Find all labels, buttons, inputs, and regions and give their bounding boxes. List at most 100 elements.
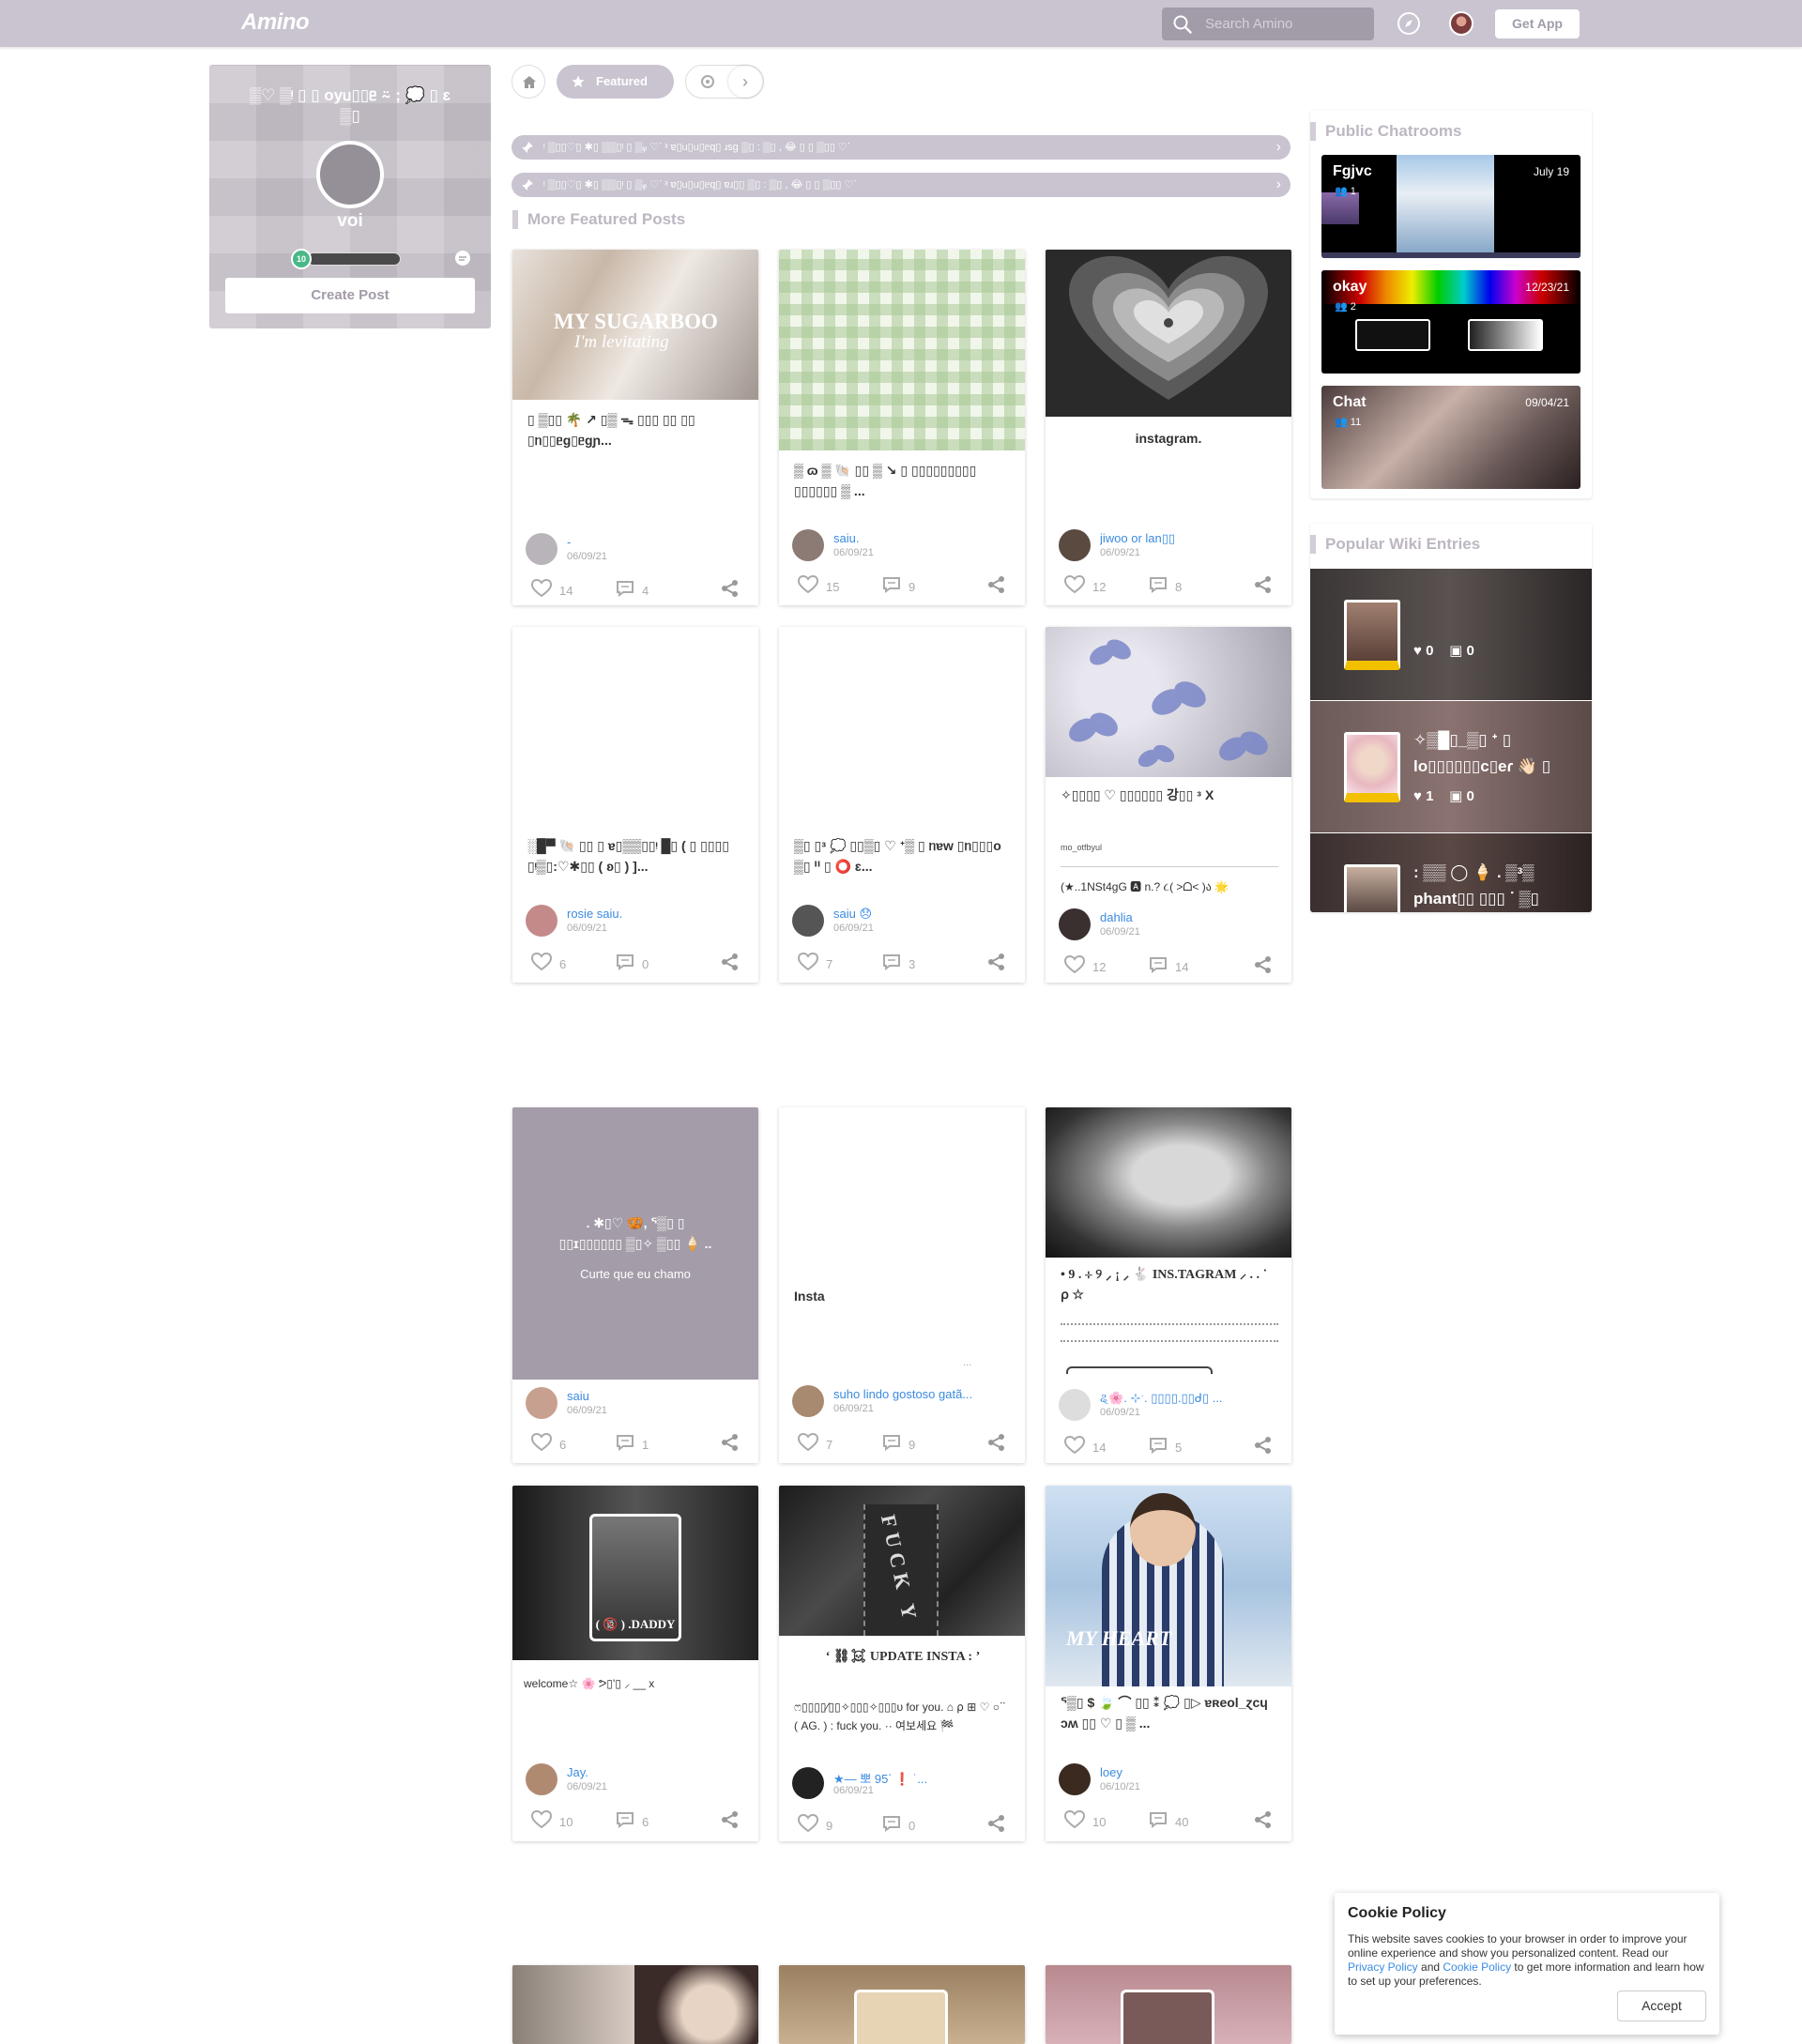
heart-icon[interactable] — [798, 1814, 818, 1833]
comment-icon[interactable] — [882, 1434, 901, 1451]
wiki-entry[interactable]: ✧▒█▯_▒▯ ᐩ ▯ lo▯▯▯▯▯▯c▯eɾ 👋🏻 ▯ ♥ 1 ▣ 0 — [1310, 701, 1592, 832]
pinned-post[interactable]: ᵎ ▒▯▯♡▯ ✱▯ ▒▒▯ᵎ ▯ ▒ᵩ ♡ᐝ ᵌ ɐ▯ᥙ▯ᥙ▯ᥱq▯ ɹsɡ … — [512, 135, 1290, 160]
tabs-next-button[interactable]: › — [728, 66, 762, 98]
author-name[interactable]: saiu. — [833, 531, 859, 545]
heart-icon[interactable] — [531, 1433, 552, 1452]
create-post-button[interactable]: Create Post — [225, 278, 475, 313]
share-icon[interactable] — [721, 1810, 740, 1829]
pinned-post[interactable]: ᵎ ▒▯▯♡▯ ✱▯ ▒▒▯ᵎ ▯ ▒ᵩ ♡ᐝ ᵌ ɐ▯ᥙ▯ᥙ▯ᥱq▯ ɐɹ▯▯… — [512, 173, 1290, 197]
comment-icon[interactable] — [882, 953, 901, 970]
post-card[interactable]: ( 🔞 ) .DADDY welcome☆ 🌸 ᕗ▯'▯ ⸝ __ x Jay.… — [512, 1486, 758, 1841]
chatroom-card[interactable]: Chat 09/04/21 👥 11 — [1321, 386, 1581, 489]
post-card[interactable] — [779, 1965, 1025, 2044]
post-author[interactable]: ★— 뽀 95ᐝ ❗ ˙... 06/09/21 — [792, 1767, 1017, 1801]
comment-icon[interactable] — [616, 953, 634, 970]
accept-button[interactable]: Accept — [1617, 1991, 1706, 2021]
avatar[interactable] — [1059, 1389, 1091, 1421]
wiki-entry[interactable]: : ▒▒ ◯ 🍦 . ▒ᵌ▒ phant▯▯ ▯▯▯ ᐝ ▒▯ — [1310, 833, 1592, 912]
heart-icon[interactable] — [1064, 1436, 1085, 1455]
author-name[interactable]: - — [567, 535, 571, 549]
share-icon[interactable] — [721, 579, 740, 598]
post-card[interactable]: FUCK Y ʻ ⛓☠ UPDATE INSTA : ʼ ෆ▯▯▯▯⁄▯▯✧▯▯… — [779, 1486, 1025, 1841]
author-name[interactable]: saiu 😞 — [833, 907, 872, 922]
comment-icon[interactable] — [882, 1815, 901, 1832]
chat-bubble-icon[interactable] — [453, 249, 472, 267]
post-author[interactable]: saiu 😞 06/09/21 — [792, 905, 1017, 938]
comment-icon[interactable] — [882, 576, 901, 593]
user-avatar[interactable] — [1449, 11, 1474, 36]
post-author[interactable]: saiu 06/09/21 — [526, 1387, 751, 1421]
heart-icon[interactable] — [798, 575, 818, 594]
post-card[interactable]: • 9 . ⊹ ୨ ⸝ ¡ ⸝ 🐇 INS.TAGRAM ⸝ . . ˙ ⍴ ☆… — [1046, 1107, 1291, 1463]
comment-icon[interactable] — [616, 1434, 634, 1451]
share-icon[interactable] — [1254, 575, 1273, 594]
comment-icon[interactable] — [1149, 956, 1168, 973]
avatar[interactable] — [792, 1385, 824, 1417]
wiki-entry[interactable]: ♥ 0 ▣ 0 — [1310, 569, 1592, 700]
share-icon[interactable] — [1254, 1810, 1273, 1829]
profile-avatar[interactable] — [316, 141, 384, 208]
comment-icon[interactable] — [616, 580, 634, 597]
post-card[interactable]: Insta ... suho lindo gostoso gatã... 06/… — [779, 1107, 1025, 1463]
author-name[interactable]: jiwoo or lan▯▯ — [1100, 531, 1175, 546]
amino-logo[interactable]: Amino — [241, 9, 310, 36]
avatar[interactable] — [526, 1387, 557, 1419]
search-input[interactable] — [1205, 13, 1365, 35]
author-name[interactable]: suho lindo gostoso gatã... — [833, 1387, 972, 1401]
chatroom-card[interactable]: okay 12/23/21 👥 2 — [1321, 270, 1581, 374]
post-card[interactable]: ▒ ɷ ▒ 🐚 ▯▯ ▒ ↘ ▯ ▯▯▯▯▯▯▯▯▯ ▯▯▯▯▯▯ ▒ ... … — [779, 250, 1025, 605]
tab-home[interactable] — [512, 65, 545, 99]
avatar[interactable] — [1059, 908, 1091, 940]
avatar[interactable] — [1059, 529, 1091, 561]
heart-icon[interactable] — [531, 953, 552, 971]
privacy-policy-link[interactable]: Privacy Policy — [1348, 1960, 1418, 1974]
comment-icon[interactable] — [1149, 1811, 1168, 1828]
avatar[interactable] — [526, 1763, 557, 1795]
comment-icon[interactable] — [1149, 576, 1168, 593]
heart-icon[interactable] — [1064, 955, 1085, 974]
avatar[interactable] — [1059, 1763, 1091, 1795]
share-icon[interactable] — [987, 1433, 1006, 1452]
post-card[interactable]: MY HEART ᕐ▒▯ $ 🍃 ⌒ ▯▯ ⁑ 💭 ▯▷ ɐʀeol_ɀcɥ ɔ… — [1046, 1486, 1291, 1841]
comment-icon[interactable] — [1149, 1437, 1168, 1454]
tab-featured[interactable]: Featured — [557, 65, 674, 99]
search-box[interactable] — [1162, 8, 1374, 40]
compass-icon[interactable] — [1397, 11, 1421, 36]
heart-icon[interactable] — [531, 579, 552, 598]
post-author[interactable]: jiwoo or lan▯▯ 06/09/21 — [1059, 529, 1284, 563]
heart-icon[interactable] — [1064, 1810, 1085, 1829]
avatar[interactable] — [526, 533, 557, 565]
heart-icon[interactable] — [531, 1810, 552, 1829]
post-card[interactable]: MY SUGARBOO I'm levitating ▯ ▒▯▯ 🌴 ↗ ▯▒ … — [512, 250, 758, 605]
profile-username[interactable]: voi — [209, 211, 491, 232]
post-author[interactable]: ୡ🌸. ⊹ˑ. ▯▯▯▯.▯▯ᑯ▯ ... 06/09/21 — [1059, 1389, 1284, 1423]
heart-icon[interactable] — [1064, 575, 1085, 594]
post-author[interactable]: Jay. 06/09/21 — [526, 1763, 751, 1797]
comment-icon[interactable] — [616, 1811, 634, 1828]
heart-icon[interactable] — [798, 953, 818, 971]
author-name[interactable]: Jay. — [567, 1765, 588, 1779]
author-name[interactable]: saiu — [567, 1389, 589, 1403]
share-icon[interactable] — [987, 575, 1006, 594]
share-icon[interactable] — [987, 953, 1006, 971]
post-author[interactable]: saiu. 06/09/21 — [792, 529, 1017, 563]
share-icon[interactable] — [1254, 1436, 1273, 1455]
share-icon[interactable] — [1254, 955, 1273, 974]
avatar[interactable] — [792, 529, 824, 561]
avatar[interactable] — [792, 1767, 824, 1799]
post-card[interactable]: ✧▯▯▯▯ ♡ ▯▯▯▯▯▯ 강▯▯ ᵌ X mo_otfbyul (★..1N… — [1046, 627, 1291, 983]
post-card[interactable]: ▒▯ ▯ᵌ 💭 ▯▯▒▯ ♡ ᐩ▒ ▯ ᥒɐw ▯ᥒ▯▯▯o ▒▯ ᐦ ▯ ⭕ … — [779, 627, 1025, 983]
author-name[interactable]: loey — [1100, 1765, 1122, 1779]
post-author[interactable]: - 06/09/21 — [526, 533, 751, 567]
post-author[interactable]: rosie saiu. 06/09/21 — [526, 905, 751, 938]
post-card[interactable] — [512, 1965, 758, 2044]
post-author[interactable]: dahlia 06/09/21 — [1059, 908, 1284, 942]
post-card[interactable]: ░█▀ 🐚 ▯▯ ▯ ɐ▯▒▒▯▯ᵎ █▯ ( ▯ ▯▯▯▯ ▯ᵎ▒▯:♡✱▯▯… — [512, 627, 758, 983]
post-card[interactable]: . ✱▯♡ 🥨, ᕐ▒▯ ▯ ▯▯ɪ▯▯▯▯▯▯ ▒▯✧ ▒▯▯ 🍦 .. Cu… — [512, 1107, 758, 1463]
author-name[interactable]: rosie saiu. — [567, 907, 622, 921]
share-icon[interactable] — [721, 953, 740, 971]
post-card[interactable] — [1046, 1965, 1291, 2044]
avatar[interactable] — [792, 905, 824, 937]
heart-icon[interactable] — [798, 1433, 818, 1452]
chatroom-card[interactable]: Fgjvc July 19 👥 1 — [1321, 155, 1581, 258]
